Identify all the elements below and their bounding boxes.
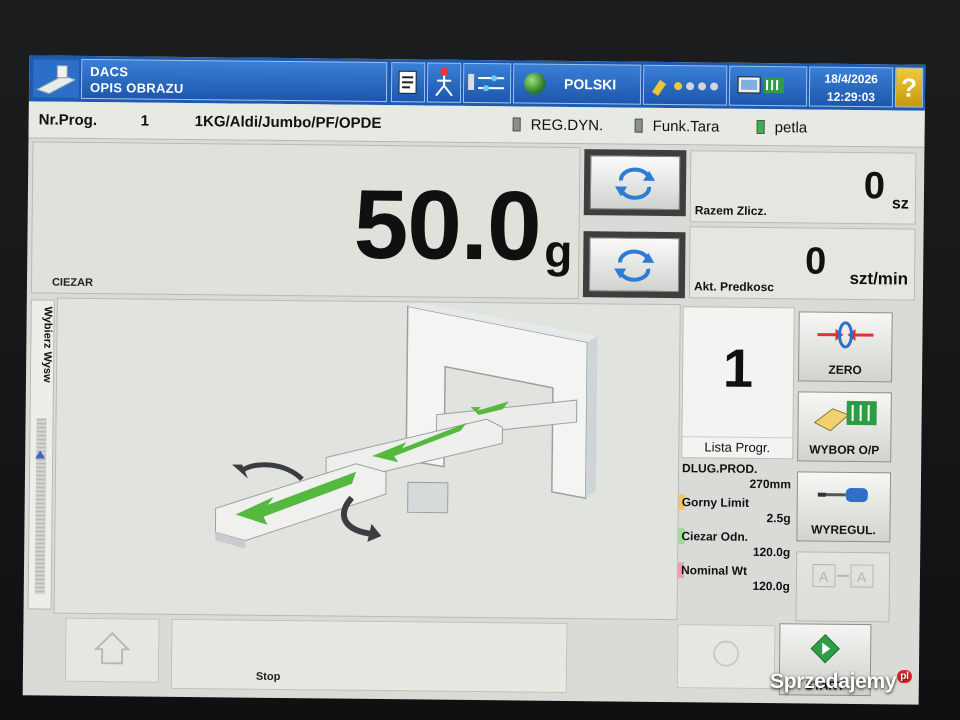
document-icon	[398, 70, 417, 94]
watermark-suffix: pl	[897, 670, 912, 683]
zero-button[interactable]: ZERO	[798, 311, 893, 383]
switch-io-icon	[468, 73, 505, 92]
stop-button[interactable]	[676, 624, 776, 690]
program-list-label: Lista Progr.	[682, 436, 793, 456]
upper-limit-label: Gorny Limit	[678, 494, 753, 511]
upper-limit-value: 2.5g	[766, 511, 791, 526]
svg-text:A: A	[819, 569, 829, 585]
weight-unit: g	[543, 224, 573, 278]
reference-weight-value: 120.0g	[752, 544, 791, 560]
speed-unit: szt/min	[849, 268, 909, 289]
program-list-number: 1	[722, 338, 754, 399]
watermark-brand: Sprzedajemy	[770, 670, 897, 693]
a-to-a-icon: A A	[812, 564, 874, 588]
stop-icon	[713, 640, 740, 667]
reject-status-button[interactable]	[426, 62, 462, 103]
screen-description: OPIS OBRAZU	[89, 79, 184, 96]
screen-title-box: DACS OPIS OBRAZU	[80, 58, 388, 103]
checkweigher-illustration	[214, 302, 598, 549]
help-button[interactable]: ?	[894, 67, 924, 108]
view-select-tab[interactable]: Wybierz Wysw	[27, 299, 55, 610]
diagnostics-button[interactable]	[728, 65, 808, 107]
home-icon	[93, 631, 131, 665]
io-status-button[interactable]	[462, 62, 512, 104]
report-button[interactable]	[390, 62, 426, 103]
date-text: 18/4/2026	[824, 71, 878, 87]
globe-icon	[523, 72, 547, 95]
key-access-icon	[652, 79, 719, 96]
select-output-label: WYBOR O/P	[809, 442, 880, 458]
total-count-value: 0	[863, 165, 886, 208]
reject-person-icon	[435, 67, 453, 97]
speed-value: 0	[804, 240, 827, 283]
program-number-value: 1	[140, 112, 150, 130]
total-count-panel: 0 sz Razem Zlicz.	[689, 150, 917, 225]
time-text: 12:29:03	[826, 89, 876, 105]
language-button[interactable]: POLSKI	[512, 63, 642, 105]
arrow-up-icon	[35, 450, 46, 459]
status-message-box: Stop	[170, 618, 568, 693]
adjust-button[interactable]: WYREGUL.	[796, 471, 892, 543]
length-label: DLUG.PROD.	[682, 461, 758, 476]
weight-label: CIEZAR	[51, 276, 94, 290]
reset-speed-button[interactable]	[582, 231, 686, 299]
monitor-board-icon	[737, 76, 785, 94]
program-name: 1KG/Aldi/Jumbo/PF/OPDE	[194, 113, 382, 133]
sprzedajemy-watermark: Sprzedajemy pl	[770, 670, 912, 694]
access-level-button[interactable]	[642, 64, 728, 106]
start-diamond-icon	[810, 633, 840, 664]
adjust-label: WYREGUL.	[811, 522, 876, 538]
reg-dyn-label: REG.DYN.	[530, 116, 604, 135]
system-name: DACS	[90, 63, 129, 80]
refresh-icon	[615, 167, 656, 200]
nominal-weight-value: 120.0g	[752, 578, 790, 594]
program-list-button[interactable]: 1 Lista Progr.	[681, 306, 795, 460]
machine-view	[53, 297, 681, 621]
weight-display: 50.0 g CIEZAR	[30, 141, 581, 300]
length-value: 270mm	[749, 476, 791, 492]
language-label: POLSKI	[564, 75, 617, 93]
program-number-label: Nr.Prog.	[38, 111, 98, 130]
screwdriver-icon	[817, 487, 868, 503]
total-count-unit: sz	[891, 195, 909, 213]
conveyor-logo-icon	[32, 59, 80, 98]
help-icon: ?	[900, 72, 918, 103]
nominal-weight-label: Nominal Wt	[677, 562, 751, 579]
reference-weight-label: Ciezar Odn.	[678, 528, 752, 545]
svg-text:A: A	[857, 569, 867, 585]
reset-total-button[interactable]	[583, 149, 687, 217]
product-parameters: DLUG.PROD. 270mm Gorny Limit 2.5g Ciezar…	[676, 460, 794, 609]
speed-label: Akt. Predkosc	[693, 279, 775, 295]
loop-label: petla	[774, 119, 808, 137]
speed-panel: 0 szt/min Akt. Predkosc	[688, 226, 916, 301]
datetime-display: 18/4/2026 12:29:03	[808, 66, 894, 108]
zero-button-label: ZERO	[828, 362, 862, 378]
tare-indicator-icon	[634, 118, 643, 133]
total-count-label: Razem Zlicz.	[694, 203, 767, 219]
run-status-text: Stop	[255, 670, 281, 683]
weight-value: 50.0	[353, 168, 542, 281]
tare-label: Funk.Tara	[652, 117, 720, 136]
compare-button[interactable]: A A	[795, 551, 891, 623]
hmi-screen: DACS OPIS OBRAZU POLSKI 18/4/2026 12:29:…	[22, 55, 926, 705]
reg-dyn-indicator-icon	[512, 117, 521, 132]
select-output-button[interactable]: WYBOR O/P	[797, 391, 892, 463]
refresh-icon	[614, 249, 655, 282]
zero-arrows-icon	[817, 321, 874, 349]
home-button[interactable]	[64, 617, 160, 683]
output-select-icon	[813, 400, 877, 432]
loop-indicator-icon	[756, 119, 765, 135]
view-select-label: Wybierz Wysw	[40, 306, 54, 383]
view-select-grip	[34, 418, 47, 595]
